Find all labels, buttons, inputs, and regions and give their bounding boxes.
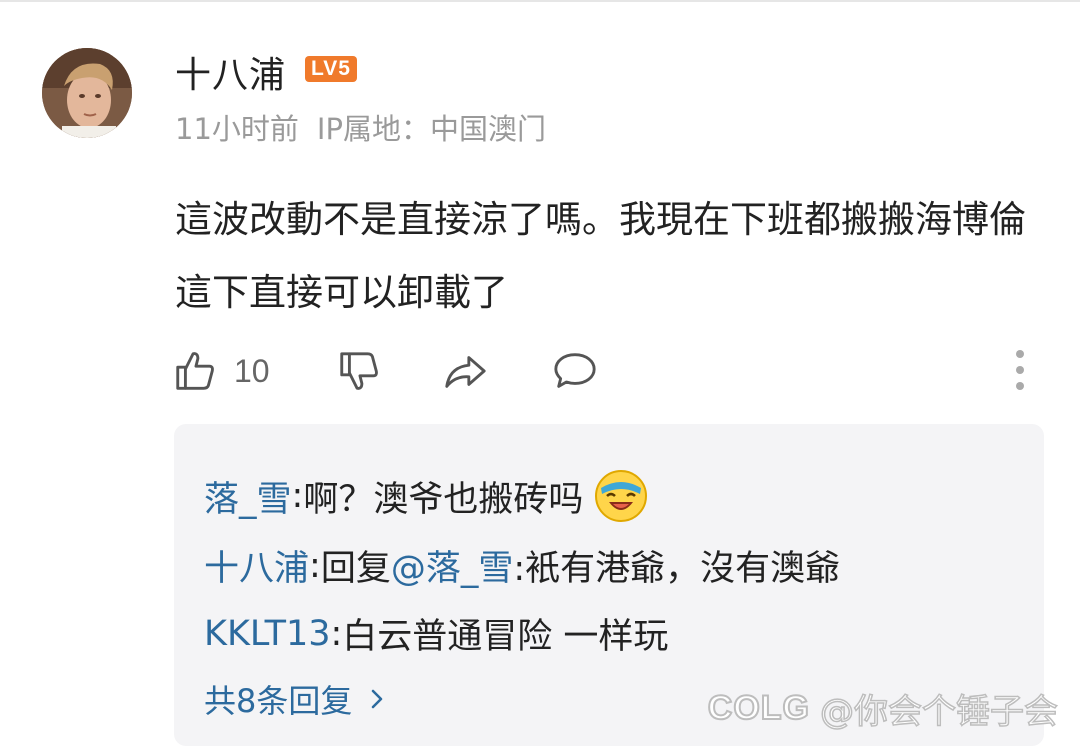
avatar[interactable] xyxy=(42,48,132,138)
reply-button[interactable] xyxy=(552,348,598,394)
reply-text: 白云普通冒险 一样玩 xyxy=(342,617,669,657)
ip-location: IP属地：中国澳门 xyxy=(316,112,546,146)
reply-separator: : xyxy=(309,545,321,586)
like-icon xyxy=(176,352,214,390)
watermark: COLG @你会个锤子会 xyxy=(707,684,1059,733)
share-icon xyxy=(445,356,486,388)
reply-author[interactable]: KKLT13 xyxy=(204,614,331,654)
reply-separator: : xyxy=(291,476,304,516)
reply-item[interactable]: 落_雪: 啊？澳爷也搬砖吗 xyxy=(204,468,649,524)
reply-author[interactable]: 十八浦 xyxy=(204,540,309,591)
reply-item[interactable]: KKLT13: 白云普通冒险 一样玩 xyxy=(204,608,668,659)
laughing-emoji-icon xyxy=(595,470,648,522)
comment-meta: 11小时前 IP属地：中国澳门 xyxy=(175,106,546,148)
view-all-replies-link[interactable]: 共8条回复 xyxy=(204,676,388,722)
reply-text: :衹有港爺，沒有澳爺 xyxy=(513,549,841,589)
more-button[interactable] xyxy=(1010,348,1030,394)
avatar-image xyxy=(42,48,132,138)
comment-text: 這波改動不是直接涼了嗎。我現在下班都搬搬海博倫 這下直接可以卸載了 xyxy=(175,198,1026,314)
share-button[interactable] xyxy=(442,348,488,394)
watermark-logo: COLG xyxy=(707,688,810,728)
total-replies-label: 共8条回复 xyxy=(204,682,353,720)
like-count: 10 xyxy=(234,352,270,389)
reply-separator: : xyxy=(330,613,343,654)
reply-text: 啊？澳爷也搬砖吗 xyxy=(303,479,584,520)
level-badge: LV5 xyxy=(305,56,357,82)
more-icon xyxy=(1016,350,1024,390)
dislike-icon xyxy=(340,352,378,390)
comment-author[interactable]: 十八浦 xyxy=(175,46,286,98)
reply-prefix: 回复 xyxy=(320,549,391,589)
watermark-text: @你会个锤子会 xyxy=(819,691,1059,733)
like-button[interactable]: 10 xyxy=(172,348,270,394)
dislike-button[interactable] xyxy=(336,348,382,394)
chevron-right-icon xyxy=(372,689,383,709)
comment-actions: 10 xyxy=(0,340,1080,404)
reply-mention[interactable]: @落_雪 xyxy=(391,540,514,591)
top-divider xyxy=(0,0,1080,2)
comment-icon xyxy=(554,353,596,388)
comment-time: 11小时前 xyxy=(175,112,299,146)
reply-item[interactable]: 十八浦: 回复 @落_雪 :衹有港爺，沒有澳爺 xyxy=(204,540,840,591)
reply-author[interactable]: 落_雪 xyxy=(204,471,292,522)
